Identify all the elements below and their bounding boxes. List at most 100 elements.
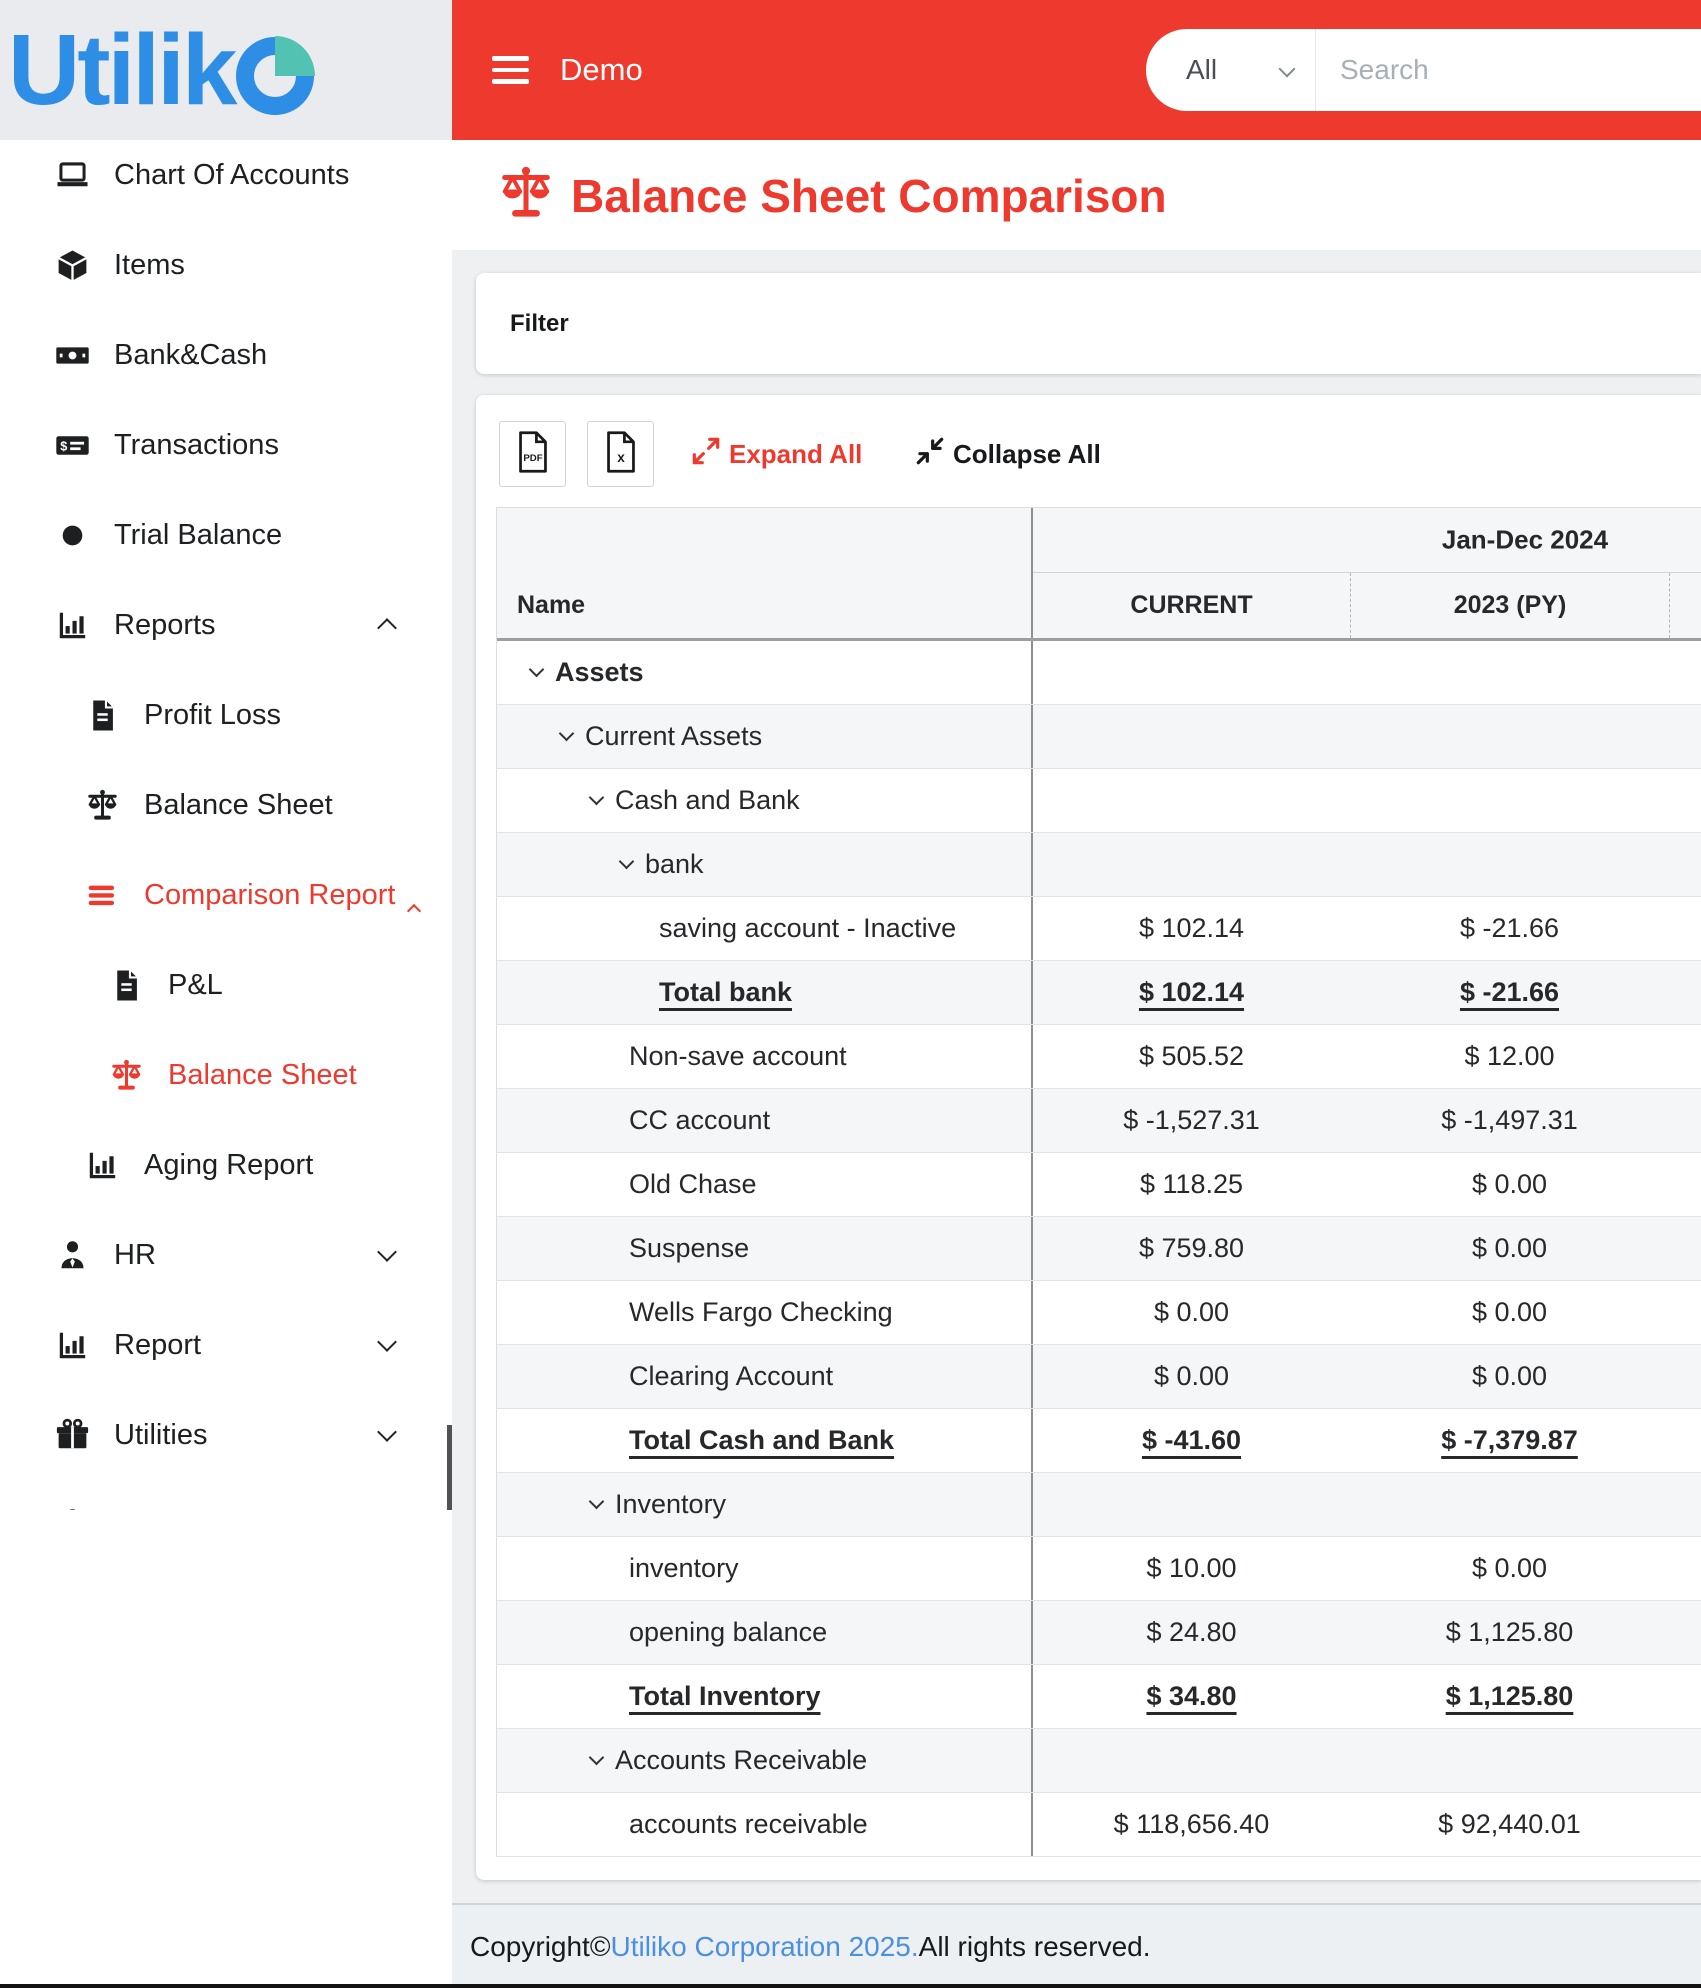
value-2023-py <box>1350 769 1669 832</box>
row-name-cell[interactable]: bank <box>497 833 1033 896</box>
column-group-period: Jan-Dec 2024 <box>1033 508 1701 573</box>
cube-icon <box>52 245 92 285</box>
sidebar-item-transactions[interactable]: $Transactions <box>0 400 452 490</box>
chevron-down-icon <box>377 1422 397 1442</box>
chevron-up-icon <box>377 618 397 638</box>
value-current: $ -41.60 <box>1033 1409 1350 1472</box>
row-name-cell[interactable]: Inventory <box>497 1473 1033 1536</box>
account-name: Accounts Receivable <box>615 1745 867 1776</box>
sidebar-item-profit-loss[interactable]: Profit Loss <box>0 670 452 760</box>
app-logo[interactable]: Utilik <box>0 0 452 140</box>
search-category-select[interactable]: All <box>1146 29 1316 111</box>
window-bottom-edge <box>0 1984 1701 1988</box>
value-current: $ 759.80 <box>1033 1217 1350 1280</box>
footer-link[interactable]: Utiliko Corporation 2025. <box>610 1931 918 1963</box>
sidebar-item-balance-sheet[interactable]: Balance Sheet <box>0 760 452 850</box>
sidebar-item-label: Profit Loss <box>144 699 281 732</box>
row-name-cell[interactable]: Cash and Bank <box>497 769 1033 832</box>
logo-pie-icon <box>236 37 314 115</box>
sidebar-item-bank-cash[interactable]: Bank&Cash <box>0 310 452 400</box>
value-2023-py <box>1350 705 1669 768</box>
row-name-cell[interactable]: Assets <box>497 641 1033 704</box>
row-name-cell[interactable]: Accounts Receivable <box>497 1729 1033 1792</box>
sidebar-item-p-l[interactable]: P&L <box>0 940 452 1030</box>
value-current: $ 24.80 <box>1033 1601 1350 1664</box>
value-2023-py: $ 1,125.80 <box>1350 1601 1669 1664</box>
table-row: Total Inventory$ 34.80$ 1,125.80 <box>497 1665 1701 1729</box>
filter-panel[interactable]: Filter <box>476 273 1701 374</box>
column-header-2023-py: 2023 (PY) <box>1350 573 1669 638</box>
chart-bar-icon <box>52 605 92 645</box>
chart-bar-icon <box>52 1325 92 1365</box>
row-stub <box>1669 1025 1701 1088</box>
value-current <box>1033 1729 1350 1792</box>
chevron-down-icon[interactable] <box>589 1749 605 1765</box>
account-name: Total Cash and Bank <box>629 1425 894 1456</box>
sidebar-item-settings[interactable]: Settings <box>0 1480 452 1510</box>
sidebar: Chart Of Accounts Items Bank&Cash$Transact… <box>0 140 452 1510</box>
table-row[interactable]: Accounts Receivable <box>497 1729 1701 1793</box>
value-current: $ 102.14 <box>1033 897 1350 960</box>
sidebar-item-items[interactable]: Items <box>0 220 452 310</box>
expand-all-button[interactable]: Expand All <box>689 421 862 487</box>
chevron-down-icon[interactable] <box>589 1493 605 1509</box>
table-row[interactable]: Inventory <box>497 1473 1701 1537</box>
file-icon <box>82 695 122 735</box>
sidebar-item-reports[interactable]: Reports <box>0 580 452 670</box>
table-row[interactable]: Current Assets <box>497 705 1701 769</box>
export-excel-button[interactable]: x <box>587 421 654 487</box>
list-icon <box>82 875 122 915</box>
value-2023-py: $ 0.00 <box>1350 1537 1669 1600</box>
sidebar-item-label: HR <box>114 1239 156 1272</box>
file-excel-icon: x <box>604 430 638 479</box>
sidebar-item-utilities[interactable]: Utilities <box>0 1390 452 1480</box>
row-stub <box>1669 1281 1701 1344</box>
table-row: Wells Fargo Checking$ 0.00$ 0.00 <box>497 1281 1701 1345</box>
account-name: saving account - Inactive <box>659 913 956 944</box>
footer: Copyright© Utiliko Corporation 2025. All… <box>452 1903 1701 1988</box>
table-row[interactable]: Assets <box>497 641 1701 705</box>
value-2023-py: $ -21.66 <box>1350 961 1669 1024</box>
row-stub <box>1669 1153 1701 1216</box>
collapse-arrows-icon <box>913 434 947 475</box>
sidebar-item-comparison-report[interactable]: Comparison Report <box>0 850 452 940</box>
sidebar-item-chart-of-accounts[interactable]: Chart Of Accounts <box>0 140 452 220</box>
report-card: PDF x Expand All <box>476 395 1701 1880</box>
top-header-bar: Demo All <box>452 0 1701 140</box>
sidebar-item-trial-balance[interactable]: Trial Balance <box>0 490 452 580</box>
sidebar-item-balance-sheet[interactable]: Balance Sheet <box>0 1030 452 1120</box>
row-stub <box>1669 705 1701 768</box>
account-name: Inventory <box>615 1489 726 1520</box>
hamburger-menu-icon[interactable] <box>492 47 530 93</box>
value-current: $ 10.00 <box>1033 1537 1350 1600</box>
row-stub <box>1669 897 1701 960</box>
expand-arrows-icon <box>689 434 723 475</box>
value-2023-py: $ 0.00 <box>1350 1345 1669 1408</box>
row-name-cell: Total Inventory <box>497 1665 1033 1728</box>
file-icon <box>106 965 146 1005</box>
chevron-down-icon[interactable] <box>589 789 605 805</box>
sidebar-item-label: Report <box>114 1329 201 1362</box>
chevron-down-icon[interactable] <box>529 661 545 677</box>
row-name-cell: Total Cash and Bank <box>497 1409 1033 1472</box>
row-name-cell[interactable]: Current Assets <box>497 705 1033 768</box>
value-2023-py: $ 1,125.80 <box>1350 1665 1669 1728</box>
svg-text:x: x <box>617 450 625 465</box>
sidebar-item-hr[interactable]: HR <box>0 1210 452 1300</box>
sidebar-item-aging-report[interactable]: Aging Report <box>0 1120 452 1210</box>
search-input[interactable] <box>1316 29 1701 111</box>
money-check-icon: $ <box>52 425 92 465</box>
table-row[interactable]: bank <box>497 833 1701 897</box>
row-stub <box>1669 1537 1701 1600</box>
file-pdf-icon: PDF <box>516 430 550 479</box>
search-category-value: All <box>1186 54 1217 86</box>
sidebar-item-report[interactable]: Report <box>0 1300 452 1390</box>
collapse-all-button[interactable]: Collapse All <box>913 421 1101 487</box>
row-stub <box>1669 1345 1701 1408</box>
table-row[interactable]: Cash and Bank <box>497 769 1701 833</box>
chevron-down-icon[interactable] <box>619 853 635 869</box>
title-strip: Balance Sheet Comparison <box>452 140 1701 250</box>
export-pdf-button[interactable]: PDF <box>499 421 566 487</box>
chevron-down-icon[interactable] <box>559 725 575 741</box>
sidebar-item-label: Items <box>114 249 185 282</box>
